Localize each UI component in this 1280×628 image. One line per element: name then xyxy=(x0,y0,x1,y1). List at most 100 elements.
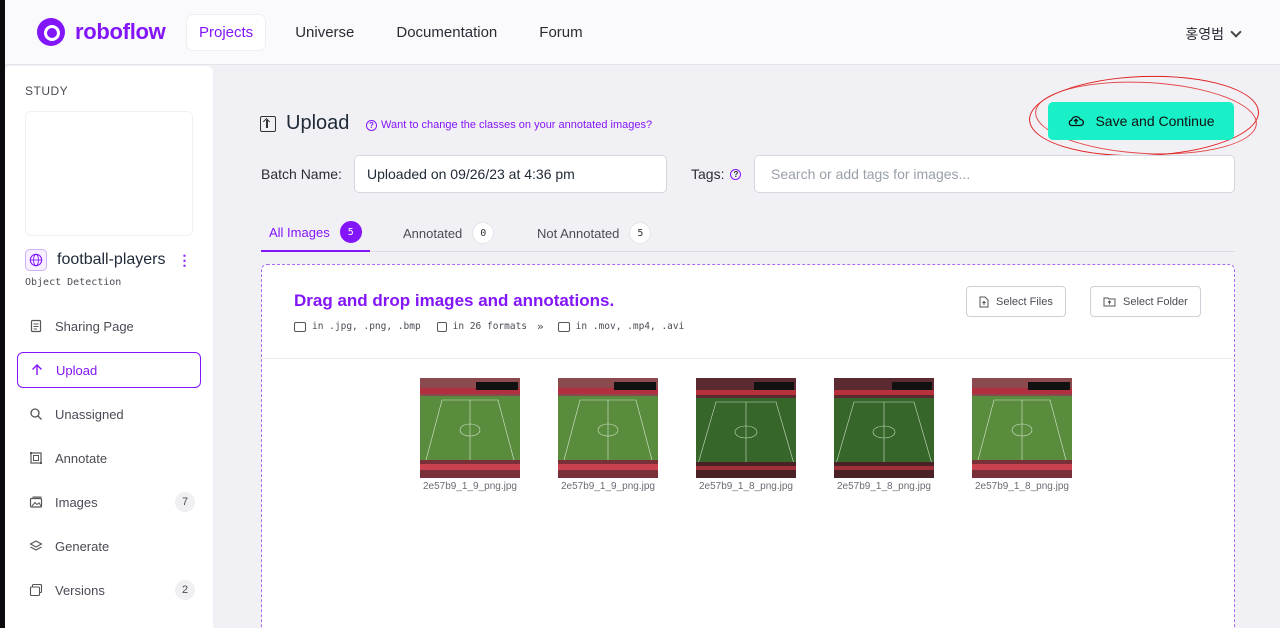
tab-label: All Images xyxy=(269,224,330,240)
football-field-thumbnail xyxy=(972,378,1072,478)
roboflow-logo[interactable]: roboflow xyxy=(37,18,166,46)
sidebar: STUDY football-players ⋮ Object Detectio… xyxy=(5,66,213,628)
sidebar-item-label: Unassigned xyxy=(55,406,124,422)
tags-help-icon[interactable]: ? xyxy=(730,168,742,180)
batch-name-label: Batch Name: xyxy=(261,166,342,182)
cloud-upload-icon xyxy=(1069,116,1085,127)
sidebar-item-images[interactable]: Images 7 xyxy=(17,484,201,520)
annotation-icon xyxy=(436,321,447,332)
image-filter-tabs: All Images 5 Annotated 0 Not Annotated 5 xyxy=(261,214,1235,252)
sidebar-item-generate[interactable]: Generate xyxy=(17,528,201,564)
project-type: Object Detection xyxy=(25,277,122,288)
annotate-icon xyxy=(29,451,43,465)
image-icon xyxy=(294,321,306,332)
annotation-formats: in 26 formats xyxy=(452,321,528,332)
nav-forum[interactable]: Forum xyxy=(527,15,594,50)
sidebar-item-annotate[interactable]: Annotate xyxy=(17,440,201,476)
image-filename: 2e57b9_1_8_png.jpg xyxy=(837,481,931,492)
batch-name-input[interactable]: Uploaded on 09/26/23 at 4:36 pm xyxy=(354,155,667,193)
page-title-text: Upload xyxy=(286,112,350,134)
tab-annotated[interactable]: Annotated 0 xyxy=(395,214,502,252)
upload-main-panel: Upload ? Want to change the classes on y… xyxy=(213,66,1280,628)
image-card[interactable]: 2e57b9_1_9_png.jpg xyxy=(558,378,658,492)
sidebar-item-label: Versions xyxy=(55,582,105,598)
tags-input[interactable]: Search or add tags for images... xyxy=(754,155,1235,193)
page-title: Upload xyxy=(260,112,349,135)
football-field-thumbnail xyxy=(558,378,658,478)
select-files-label: Select Files xyxy=(996,295,1053,308)
image-filename: 2e57b9_1_9_png.jpg xyxy=(423,481,517,492)
project-header: football-players ⋮ xyxy=(25,249,192,271)
main-nav: Projects Universe Documentation Forum xyxy=(187,15,595,50)
user-menu[interactable]: 홍영범 xyxy=(1185,24,1242,44)
brand-name: roboflow xyxy=(75,19,166,44)
image-filename: 2e57b9_1_8_png.jpg xyxy=(975,481,1069,492)
image-card[interactable]: 2e57b9_1_9_png.jpg xyxy=(420,378,520,492)
video-icon xyxy=(557,321,570,332)
sidebar-item-label: Annotate xyxy=(55,450,108,466)
search-icon xyxy=(29,407,43,421)
image-card[interactable]: 2e57b9_1_8_png.jpg xyxy=(696,378,796,492)
select-folder-button[interactable]: Select Folder xyxy=(1090,286,1201,317)
image-filename: 2e57b9_1_8_png.jpg xyxy=(699,481,793,492)
change-classes-link[interactable]: ? Want to change the classes on your ann… xyxy=(366,119,652,131)
image-formats: in .jpg, .png, .bmp xyxy=(312,321,421,332)
save-and-continue-button[interactable]: Save and Continue xyxy=(1048,102,1234,140)
nav-projects[interactable]: Projects xyxy=(187,15,266,50)
video-formats: in .mov, .mp4, .avi xyxy=(575,321,685,332)
project-name: football-players xyxy=(57,251,166,268)
images-count-badge: 7 xyxy=(175,492,195,512)
supported-formats: in .jpg, .png, .bmp in 26 formats » in .… xyxy=(294,320,684,333)
nav-documentation[interactable]: Documentation xyxy=(384,15,509,50)
change-classes-text: Want to change the classes on your annot… xyxy=(381,119,653,131)
more-formats-link[interactable]: » xyxy=(537,320,544,333)
sidebar-item-versions[interactable]: Versions 2 xyxy=(17,572,201,608)
file-icon xyxy=(979,296,989,307)
sidebar-item-sharing-page[interactable]: Sharing Page xyxy=(17,308,201,344)
tab-label: Annotated xyxy=(403,225,463,241)
drop-zone-divider xyxy=(262,358,1234,359)
nav-universe[interactable]: Universe xyxy=(283,15,366,50)
globe-icon xyxy=(25,249,47,271)
project-thumbnail[interactable] xyxy=(25,111,193,236)
select-folder-label: Select Folder xyxy=(1123,295,1188,308)
tab-count-badge: 5 xyxy=(629,222,652,244)
top-navigation-bar: roboflow Projects Universe Documentation… xyxy=(5,0,1280,65)
versions-count-badge: 2 xyxy=(175,580,195,600)
upload-icon xyxy=(260,115,276,132)
more-options-icon[interactable]: ⋮ xyxy=(178,252,192,269)
image-card[interactable]: 2e57b9_1_8_png.jpg xyxy=(834,378,934,492)
image-card[interactable]: 2e57b9_1_8_png.jpg xyxy=(972,378,1072,492)
images-icon xyxy=(29,495,43,509)
tab-all-images[interactable]: All Images 5 xyxy=(261,214,370,252)
question-icon: ? xyxy=(366,119,377,131)
sidebar-item-label: Upload xyxy=(56,362,98,378)
drop-zone[interactable]: Drag and drop images and annotations. in… xyxy=(261,264,1235,628)
roboflow-logo-icon xyxy=(37,18,65,46)
tab-label: Not Annotated xyxy=(537,225,620,241)
uploaded-images-gallery: 2e57b9_1_9_png.jpg 2e57b9_1_9_png.jpg 2e… xyxy=(420,378,1072,492)
select-files-button[interactable]: Select Files xyxy=(966,286,1066,317)
sidebar-item-unassigned[interactable]: Unassigned xyxy=(17,396,201,432)
sidebar-item-label: Images xyxy=(55,494,98,510)
sidebar-item-label: Sharing Page xyxy=(55,318,134,334)
sidebar-item-upload[interactable]: Upload xyxy=(17,352,201,388)
chevron-down-icon xyxy=(1230,26,1242,38)
user-name: 홍영범 xyxy=(1185,26,1224,42)
drop-zone-title: Drag and drop images and annotations. xyxy=(294,291,615,310)
layers-icon xyxy=(29,539,43,553)
versions-icon xyxy=(29,583,43,597)
document-icon xyxy=(29,319,43,333)
workspace-label: STUDY xyxy=(25,84,69,98)
save-button-label: Save and Continue xyxy=(1095,113,1215,129)
tags-label: Tags: ? xyxy=(691,166,742,182)
tags-label-text: Tags: xyxy=(691,166,725,182)
arrow-up-icon xyxy=(30,363,44,377)
folder-icon xyxy=(1103,297,1116,307)
football-field-thumbnail xyxy=(834,378,934,478)
sidebar-item-label: Generate xyxy=(55,538,110,554)
football-field-thumbnail xyxy=(420,378,520,478)
tab-not-annotated[interactable]: Not Annotated 5 xyxy=(529,214,659,252)
image-filename: 2e57b9_1_9_png.jpg xyxy=(561,481,655,492)
tab-count-badge: 0 xyxy=(472,222,495,244)
